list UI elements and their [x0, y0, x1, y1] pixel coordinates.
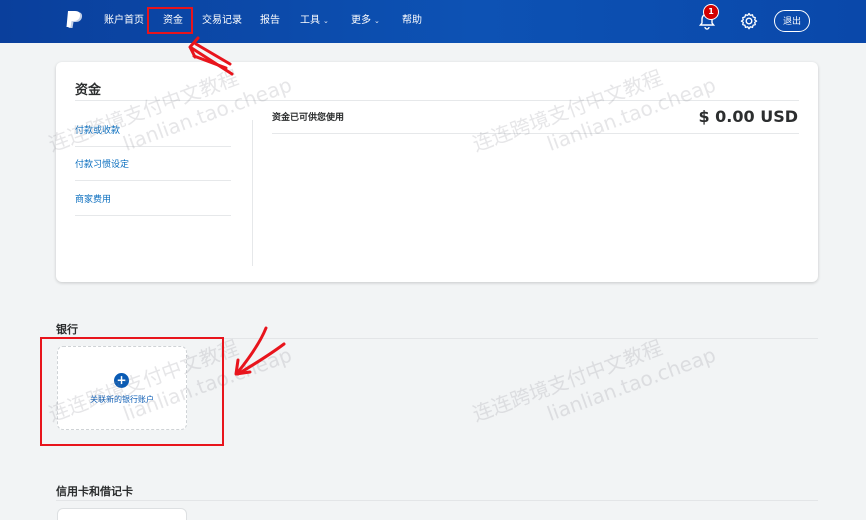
nav-item-label: 报告 — [260, 15, 280, 26]
divider — [75, 215, 231, 216]
chevron-down-icon: ⌄ — [374, 17, 380, 25]
divider — [272, 133, 799, 134]
nav-item-label: 交易记录 — [202, 15, 242, 26]
available-funds-label: 资金已可供您使用 — [272, 113, 345, 123]
top-navigation-bar: 账户首页 资金 交易记录 报告 工具 ⌄ 更多 ⌄ 帮助 1 退出 — [0, 0, 866, 43]
nav-item-activity[interactable]: 交易记录 — [202, 14, 242, 28]
notification-badge: 1 — [703, 4, 719, 20]
paypal-logo-icon[interactable] — [66, 11, 84, 31]
divider — [56, 500, 818, 501]
card-tile[interactable] — [57, 508, 187, 520]
divider — [75, 100, 799, 101]
nav-item-label: 账户首页 — [104, 15, 144, 26]
annotation-box-funds — [147, 7, 193, 34]
nav-item-reports[interactable]: 报告 — [260, 14, 280, 28]
bank-section-title: 银行 — [56, 323, 78, 336]
funds-card: 资金 付款或收款 付款习惯设定 商家费用 资金已可供您使用 $ 0.00 USD — [56, 62, 818, 282]
vertical-divider — [252, 120, 253, 266]
nav-item-label: 帮助 — [402, 15, 422, 26]
available-funds-amount: $ 0.00 USD — [698, 107, 798, 126]
gear-icon[interactable] — [739, 11, 759, 31]
payment-preferences-link[interactable]: 付款习惯设定 — [75, 157, 129, 170]
send-receive-link[interactable]: 付款或收款 — [75, 123, 120, 136]
watermark: 连连跨境支付中文教程 lianlian.tao.cheap — [468, 315, 719, 450]
watermark-text: lianlian.tao.cheap — [543, 342, 719, 426]
nav-item-help[interactable]: 帮助 — [402, 14, 422, 28]
cards-section-title: 信用卡和借记卡 — [56, 485, 133, 498]
merchant-fees-link[interactable]: 商家费用 — [75, 192, 111, 205]
funds-title: 资金 — [75, 83, 102, 98]
chevron-down-icon: ⌄ — [323, 17, 329, 25]
divider — [75, 146, 231, 147]
nav-item-summary[interactable]: 账户首页 — [104, 14, 144, 28]
nav-item-tools[interactable]: 工具 ⌄ — [300, 14, 329, 28]
annotation-box-bank — [40, 337, 224, 446]
nav-item-label: 工具 — [300, 15, 320, 26]
nav-item-more[interactable]: 更多 ⌄ — [351, 14, 380, 28]
watermark-text: 连连跨境支付中文教程 — [469, 335, 666, 427]
arrow-down-left-icon — [234, 326, 268, 376]
divider — [75, 180, 231, 181]
nav-item-label: 更多 — [351, 15, 371, 26]
logout-button[interactable]: 退出 — [774, 10, 810, 32]
